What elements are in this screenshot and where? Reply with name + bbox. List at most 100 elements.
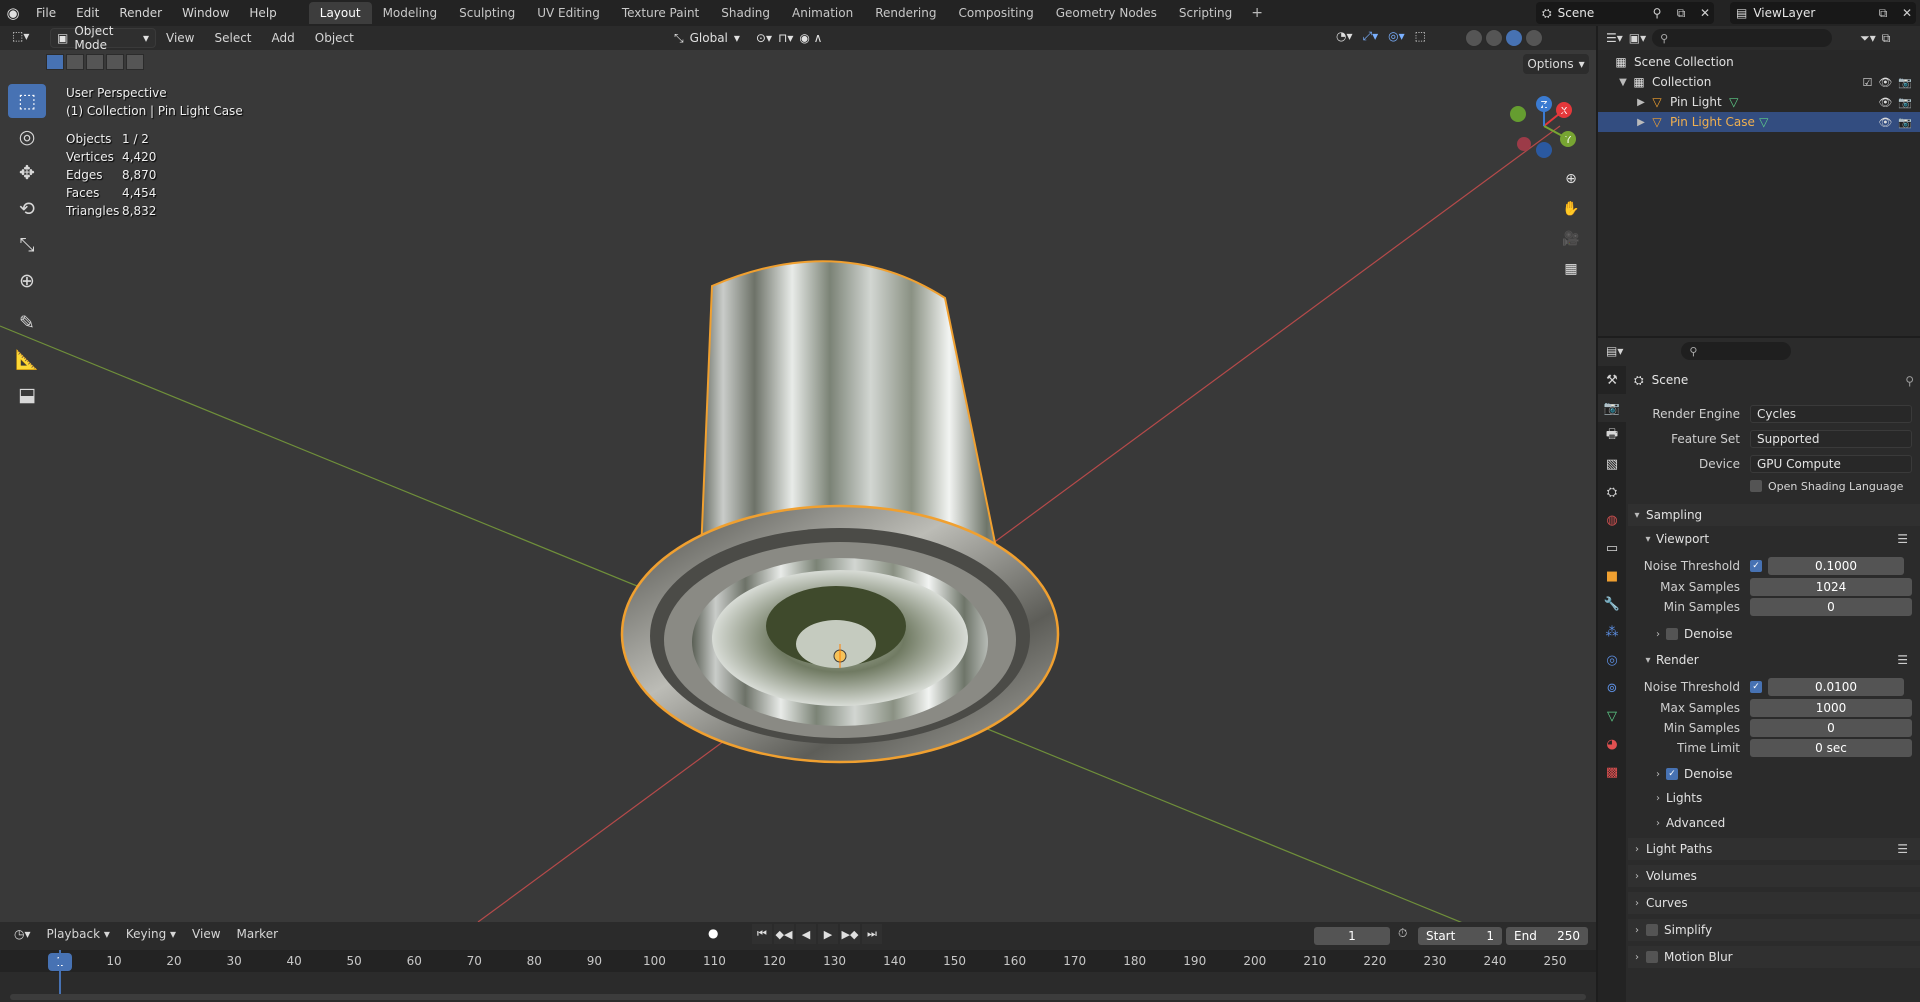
eye-icon[interactable]: 👁	[1878, 116, 1892, 129]
new-view-layer-icon[interactable]: ⧉	[1874, 4, 1892, 22]
tab-layout[interactable]: Layout	[308, 2, 372, 24]
material-tab-icon[interactable]: ◕	[1598, 730, 1626, 758]
pivot-icon[interactable]: ⊙▾	[756, 31, 772, 45]
outliner-object-pin-light[interactable]: ▶ ▽ Pin Light ▽ 👁 📷	[1598, 92, 1920, 112]
select-invert-button[interactable]	[106, 54, 124, 70]
3d-viewport[interactable]: X Z Y ⬚▾ ▣ Object Mode ▾ View Select Add…	[0, 26, 1596, 922]
timeline-body[interactable]	[0, 950, 1596, 1002]
record-icon[interactable]: ●	[708, 926, 718, 940]
max-samples-field[interactable]: 1024	[1750, 578, 1912, 596]
object-tab-icon[interactable]: ■	[1598, 562, 1626, 590]
next-keyframe-icon[interactable]: ▶◆	[840, 924, 860, 944]
chevron-right-icon[interactable]: ▶	[1634, 97, 1648, 108]
viewport-menu-view[interactable]: View	[156, 31, 204, 45]
menu-help[interactable]: Help	[239, 0, 286, 26]
zoom-icon[interactable]: ⊕	[1558, 166, 1584, 192]
transform-tool-icon[interactable]: ⊕	[8, 264, 46, 298]
scene-name[interactable]: Scene	[1558, 6, 1642, 20]
light-paths-panel[interactable]: › Light Paths ☰	[1628, 838, 1920, 860]
perspective-toggle-icon[interactable]: ▦	[1558, 256, 1584, 282]
wireframe-shading-button[interactable]	[1465, 29, 1483, 47]
pan-hand-icon[interactable]: ✋	[1558, 196, 1584, 222]
max-samples-field[interactable]: 1000	[1750, 699, 1912, 717]
editor-type-icon[interactable]: ⬚▾	[12, 29, 29, 43]
frame-ruler[interactable]: 1102030405060708090100110120130140150160…	[0, 950, 1596, 972]
select-extend-button[interactable]	[66, 54, 84, 70]
close-icon[interactable]: ✕	[1898, 4, 1916, 22]
denoise-checkbox[interactable]	[1666, 628, 1678, 640]
outliner-collection[interactable]: ▼ ▦ Collection ☑ 👁 📷	[1598, 72, 1920, 92]
end-frame-field[interactable]: End 250	[1506, 927, 1588, 945]
timeline-menu-marker[interactable]: Marker	[229, 927, 286, 941]
noise-threshold-checkbox[interactable]: ✓	[1750, 681, 1762, 693]
timeline-menu-view[interactable]: View	[184, 927, 228, 941]
select-new-button[interactable]	[46, 54, 64, 70]
scale-tool-icon[interactable]: ⤡	[8, 228, 46, 262]
start-frame-field[interactable]: Start 1	[1418, 927, 1502, 945]
rendered-shading-button[interactable]	[1525, 29, 1543, 47]
cursor-tool-icon[interactable]: ◎	[8, 120, 46, 154]
collection-tab-icon[interactable]: ▭	[1598, 534, 1626, 562]
select-box-tool-icon[interactable]: ⬚	[8, 84, 46, 118]
constraints-tab-icon[interactable]: ⊚	[1598, 674, 1626, 702]
editor-type-icon[interactable]: ☰▾	[1606, 31, 1623, 45]
presets-list-icon[interactable]: ☰	[1897, 842, 1908, 856]
min-samples-field[interactable]: 0	[1750, 719, 1912, 737]
proportional-edit-icon[interactable]: ◉ ∧	[799, 31, 822, 45]
simplify-checkbox[interactable]	[1646, 924, 1658, 936]
current-frame-field[interactable]: 1	[1314, 927, 1390, 945]
vp-denoise-subpanel[interactable]: › Denoise	[1650, 624, 1920, 644]
timeline-scrollbar[interactable]	[10, 994, 1586, 1000]
overlay-icon[interactable]: ◎▾	[1388, 29, 1405, 44]
tab-shading[interactable]: Shading	[710, 2, 781, 24]
min-samples-field[interactable]: 0	[1750, 598, 1912, 616]
tab-scripting[interactable]: Scripting	[1168, 2, 1243, 24]
camera-icon[interactable]: 📷	[1898, 76, 1912, 89]
noise-threshold-field[interactable]: 0.0100	[1768, 678, 1904, 696]
tool-tab-icon[interactable]: ⚒	[1598, 366, 1626, 394]
advanced-subpanel[interactable]: › Advanced	[1650, 813, 1920, 833]
presets-list-icon[interactable]: ☰	[1897, 653, 1908, 667]
view-layer-name[interactable]: ViewLayer	[1753, 6, 1868, 20]
blender-logo-icon[interactable]: ◉	[0, 0, 26, 26]
new-collection-icon[interactable]: ⧉	[1882, 31, 1891, 46]
modifier-tab-icon[interactable]: 🔧	[1598, 590, 1626, 618]
device-dropdown[interactable]: GPU Compute	[1750, 455, 1912, 473]
chevron-right-icon[interactable]: ▶	[1634, 117, 1648, 128]
physics-tab-icon[interactable]: ◎	[1598, 646, 1626, 674]
prev-keyframe-icon[interactable]: ◆◀	[774, 924, 794, 944]
checkbox-icon[interactable]: ☑	[1862, 76, 1872, 89]
xray-icon[interactable]: ⬚	[1415, 29, 1426, 44]
menu-edit[interactable]: Edit	[66, 0, 109, 26]
view-layer-selector[interactable]: ▤ ViewLayer ⧉ ✕	[1730, 2, 1916, 24]
display-mode-icon[interactable]: ▣▾	[1629, 31, 1646, 45]
visibility-icon[interactable]: ◔▾	[1336, 29, 1353, 44]
solid-shading-button[interactable]	[1485, 29, 1503, 47]
transform-orientation[interactable]: ⤡ Global ▾ ⊙▾ ⊓▾ ◉ ∧	[674, 28, 822, 48]
rotate-tool-icon[interactable]: ⟲	[8, 192, 46, 226]
render-tab-icon[interactable]: 📷	[1598, 394, 1626, 422]
curves-panel[interactable]: › Curves	[1628, 892, 1920, 914]
mesh-data-icon[interactable]: ▽	[1729, 95, 1738, 109]
editor-type-icon[interactable]: ◷▾	[14, 927, 31, 941]
r-denoise-subpanel[interactable]: › ✓ Denoise	[1650, 764, 1920, 784]
tab-sculpting[interactable]: Sculpting	[448, 2, 526, 24]
data-tab-icon[interactable]: ▽	[1598, 702, 1626, 730]
tab-rendering[interactable]: Rendering	[864, 2, 947, 24]
noise-threshold-checkbox[interactable]: ✓	[1750, 560, 1762, 572]
scene-selector[interactable]: ⛭ Scene ⚲ ⧉ ✕	[1536, 2, 1714, 24]
output-tab-icon[interactable]: 🖶	[1598, 422, 1626, 450]
editor-type-icon[interactable]: ▤▾	[1606, 344, 1623, 358]
annotate-tool-icon[interactable]: ✎	[8, 306, 46, 340]
eye-icon[interactable]: 👁	[1878, 76, 1892, 89]
chevron-down-icon[interactable]: ▼	[1616, 77, 1630, 88]
options-button[interactable]: Options ▾	[1523, 54, 1589, 74]
denoise-checkbox[interactable]: ✓	[1666, 768, 1678, 780]
view-layer-tab-icon[interactable]: ▧	[1598, 450, 1626, 478]
sampling-panel-header[interactable]: ▾ Sampling	[1628, 504, 1920, 526]
mesh-data-icon[interactable]: ▽	[1759, 115, 1768, 129]
motion-blur-panel[interactable]: › Motion Blur	[1628, 946, 1920, 968]
viewport-subpanel-header[interactable]: ▾ Viewport ☰	[1640, 529, 1920, 549]
play-icon[interactable]: ▶	[818, 924, 838, 944]
texture-tab-icon[interactable]: ▩	[1598, 758, 1626, 786]
